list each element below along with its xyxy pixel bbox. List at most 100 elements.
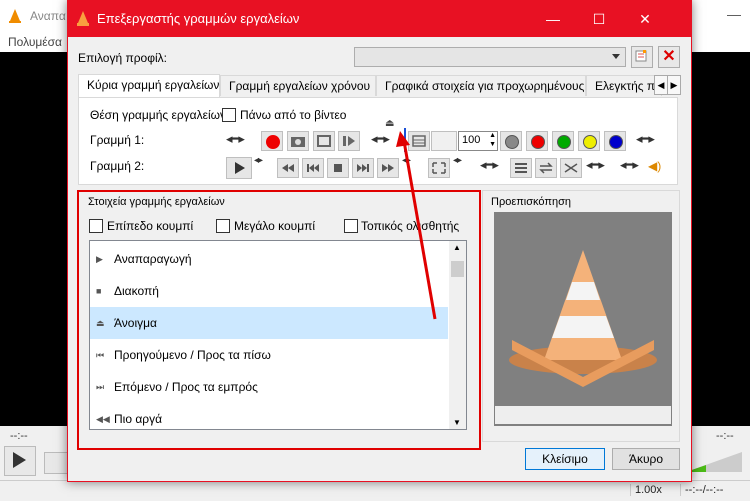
vlc-cone-icon [77,11,89,26]
chevron-down-icon [612,54,620,59]
above-video-label: Πάνω από το βίντεο [240,108,347,122]
color-red-button[interactable] [526,131,548,151]
repeat-icon [539,162,553,174]
delete-profile-button[interactable]: ✕ [658,46,680,68]
big-button-checkbox[interactable] [216,219,230,233]
list-item-label: Προηγούμενο / Προς τα πίσω [114,348,271,362]
list-item-previous[interactable]: ⏮ Προηγούμενο / Προς τα πίσω [90,339,448,371]
line1-label: Γραμμή 1: [90,133,145,147]
dialog-title: Επεξεργαστής γραμμών εργαλείων [97,11,300,26]
list-scrollbar[interactable]: ▲ ▼ [449,241,466,429]
play-icon [235,162,245,174]
new-profile-button[interactable] [631,46,653,68]
close-button[interactable]: Κλείσιμο [525,448,605,470]
stop-icon: ■ [96,286,102,296]
elements-group-title: Στοιχεία γραμμής εργαλείων [86,196,227,208]
tab-time-toolbar[interactable]: Γραμμή εργαλείων χρόνου [220,75,376,96]
next-icon: ⏭ [96,382,105,392]
frame-by-frame-button[interactable] [338,131,360,151]
volume-icon[interactable]: ◀) [648,159,661,173]
profile-label: Επιλογή προφίλ: [78,51,168,65]
list-item-label: Διακοπή [114,284,159,298]
new-profile-icon [635,50,647,62]
eject-drop-marker: ⏏ [385,118,395,129]
scrollbar-thumb[interactable] [451,261,464,277]
color-blue-button[interactable] [604,131,626,151]
maximize-button[interactable]: ☐ [576,1,622,37]
scroll-up-icon[interactable]: ▲ [453,243,461,252]
arrow-left-icon: ◀ [657,80,665,90]
tab-fullscreen-controller[interactable]: Ελεγκτής πλη [586,75,662,96]
camera-icon [291,137,305,147]
small-spacer-icon[interactable]: ◂▸ [254,155,263,166]
spacer-icon[interactable]: ◂━▸ [620,157,639,173]
slower-icon: ◀◀ [96,414,110,424]
small-spacer-icon[interactable]: ◂▸ [453,155,462,166]
spin-arrows-icon: ▲ ▼ [489,132,496,148]
record-button[interactable] [261,131,283,151]
next-button[interactable] [352,158,374,178]
previous-icon [307,164,319,172]
close-window-button[interactable]: ✕ [622,1,668,37]
color-green-button[interactable] [552,131,574,151]
volume-slider[interactable] [686,450,746,474]
slower-button[interactable] [277,158,299,178]
background-minimize-button[interactable]: — [718,6,750,26]
tab-main-toolbar[interactable]: Κύρια γραμμή εργαλείων [78,74,220,97]
list-item-next[interactable]: ⏭ Επόμενο / Προς τα εμπρός [90,371,448,403]
total-time: --:-- [716,430,734,442]
tab-scroll-right-button[interactable]: ▶ [667,75,681,95]
toolbar-editor-dialog: Επεξεργαστής γραμμών εργαλείων — ☐ ✕ Επι… [67,0,692,482]
big-button-label: Μεγάλο κουμπί [234,219,316,233]
spacer-icon[interactable]: ◂━▸ [586,157,605,173]
scroll-down-icon[interactable]: ▼ [453,418,461,427]
snapshot-button[interactable] [287,131,309,151]
spacer-icon[interactable]: ◂━▸ [226,131,245,147]
toolbar-position-label: Θέση γραμμής εργαλείων: [90,108,230,122]
tab-bar: Κύρια γραμμή εργαλείων Γραμμή εργαλείων … [78,74,678,97]
playback-speed[interactable]: 1.00x [630,484,662,496]
shuffle-button[interactable] [560,158,582,178]
blue-dot-icon [609,135,623,149]
spacer-icon[interactable]: ◂━▸ [371,131,390,147]
elapsed-time: --:-- [10,430,28,442]
play-button[interactable] [226,157,252,179]
red-dot-icon [531,135,545,149]
volume-spinbox[interactable]: 100 ▲ ▼ [458,131,498,151]
previous-button[interactable] [302,158,324,178]
flat-button-label: Επίπεδο κουμπί [107,219,194,233]
status-time: --:--/--:-- [680,484,723,496]
stop-button[interactable] [327,158,349,178]
loop-icon [317,135,331,147]
spacer-icon[interactable]: ◂━▸ [480,157,499,173]
green-dot-icon [557,135,571,149]
annotation-arrow [396,131,437,320]
spacer-icon[interactable]: ◂━▸ [636,131,655,147]
loop-button[interactable] [535,158,557,178]
cancel-button[interactable]: Άκυρο [612,448,680,470]
profile-select[interactable] [354,47,626,67]
main-prev-button[interactable] [44,452,68,474]
above-video-checkbox[interactable] [222,108,236,122]
effects-icon [505,135,519,149]
arrow-right-icon: ▶ [670,80,678,90]
stop-icon [334,164,342,172]
preview-image [494,212,672,426]
menu-media[interactable]: Πολυμέσα [8,35,62,49]
vlc-cone-logo [509,250,657,387]
extended-settings-button[interactable] [510,158,532,178]
loop-ab-button[interactable] [313,131,335,151]
list-item-slower[interactable]: ◀◀ Πιο αργά [90,403,448,429]
background-window-title: Αναπα [30,9,66,23]
rewind-icon [282,164,294,172]
line2-label: Γραμμή 2: [90,159,145,173]
next-icon [357,164,369,172]
tab-advanced-widgets[interactable]: Γραφικά στοιχεία για προχωρημένους [376,75,586,96]
effects-button[interactable] [500,131,522,151]
native-slider-checkbox[interactable] [344,219,358,233]
flat-button-checkbox[interactable] [89,219,103,233]
tab-scroll-left-button[interactable]: ◀ [654,75,668,95]
minimize-button[interactable]: — [530,1,576,37]
color-yellow-button[interactable] [578,131,600,151]
settings-sliders-icon [515,163,527,173]
